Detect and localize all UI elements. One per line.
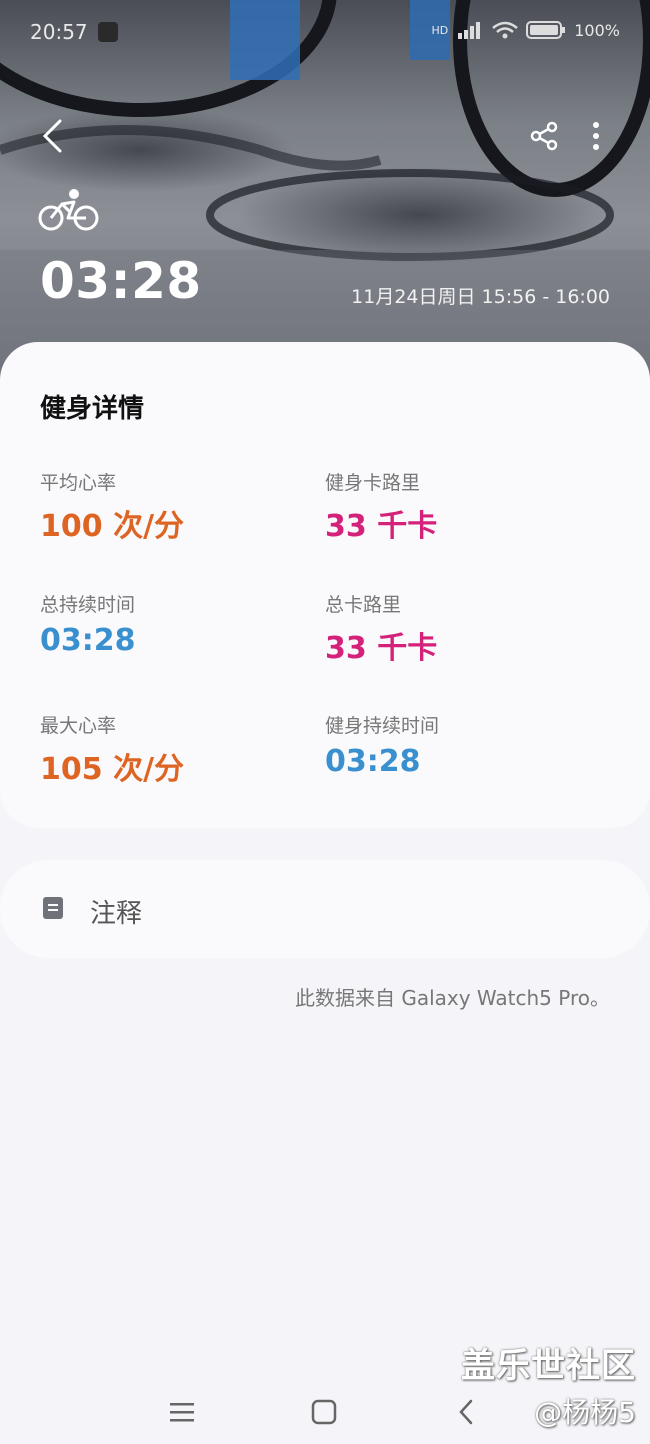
notification-icon <box>98 22 118 42</box>
metric-label: 健身持续时间 <box>325 715 440 737</box>
recents-button[interactable] <box>160 1390 204 1434</box>
notes-label: 注释 <box>90 899 143 929</box>
network-label: HD <box>431 23 449 37</box>
more-vertical-icon <box>593 122 599 150</box>
battery-percent: 100% <box>574 20 620 40</box>
metric-total-calories: 总卡路里 33 千卡 <box>325 590 605 667</box>
back-chevron-icon <box>459 1399 473 1425</box>
data-source-text: 此数据来自 Galaxy Watch5 Pro。 <box>294 986 610 1010</box>
metric-label: 总持续时间 <box>40 594 136 616</box>
chevron-left-icon <box>42 119 62 153</box>
notes-row[interactable]: 注释 <box>0 860 650 958</box>
battery-icon <box>526 21 566 39</box>
workout-date-range: 11月24日周日 15:56 - 16:00 <box>351 286 610 308</box>
metric-label: 平均心率 <box>40 472 117 494</box>
menu-lines-icon <box>170 1403 194 1422</box>
section-title: 健身详情 <box>40 394 145 424</box>
status-time: 20:57 <box>30 20 88 44</box>
signal-icon <box>458 22 481 39</box>
more-options-button[interactable] <box>580 116 612 156</box>
status-right: HD 100% <box>432 20 621 40</box>
metric-avg-heart-rate: 平均心率 100 次/分 <box>40 468 320 545</box>
metric-label: 总卡路里 <box>325 594 402 616</box>
metric-total-duration: 总持续时间 03:28 <box>40 590 320 658</box>
metric-value: 33 千卡 <box>325 509 438 544</box>
system-back-button[interactable] <box>444 1390 488 1434</box>
home-square-icon <box>311 1399 337 1425</box>
wifi-icon <box>492 21 519 39</box>
note-icon <box>43 897 63 919</box>
status-bar: 20:57 HD 100% <box>30 18 620 48</box>
metric-value: 03:28 <box>40 623 136 658</box>
fitness-details-card: 健身详情 平均心率 100 次/分 健身卡路里 33 千卡 总持续时间 03:2… <box>0 342 650 828</box>
system-nav-bar <box>0 1380 650 1440</box>
metric-workout-calories: 健身卡路里 33 千卡 <box>325 468 605 545</box>
metric-max-heart-rate: 最大心率 105 次/分 <box>40 711 320 788</box>
metric-value: 03:28 <box>325 744 421 779</box>
cycling-icon <box>38 189 99 231</box>
share-icon <box>530 121 558 151</box>
workout-duration: 03:28 <box>40 252 202 310</box>
metric-value: 100 次/分 <box>40 509 185 544</box>
home-button[interactable] <box>302 1390 346 1434</box>
back-button[interactable] <box>30 112 74 160</box>
metric-label: 最大心率 <box>40 715 117 737</box>
metric-value: 105 次/分 <box>40 752 185 787</box>
metric-value: 33 千卡 <box>325 631 438 666</box>
metric-workout-duration: 健身持续时间 03:28 <box>325 711 605 779</box>
metric-label: 健身卡路里 <box>325 472 421 494</box>
share-button[interactable] <box>524 116 564 156</box>
hero-header: 20:57 HD 100% 03:28 11月24日周日 15:56 - 16:… <box>0 0 650 400</box>
